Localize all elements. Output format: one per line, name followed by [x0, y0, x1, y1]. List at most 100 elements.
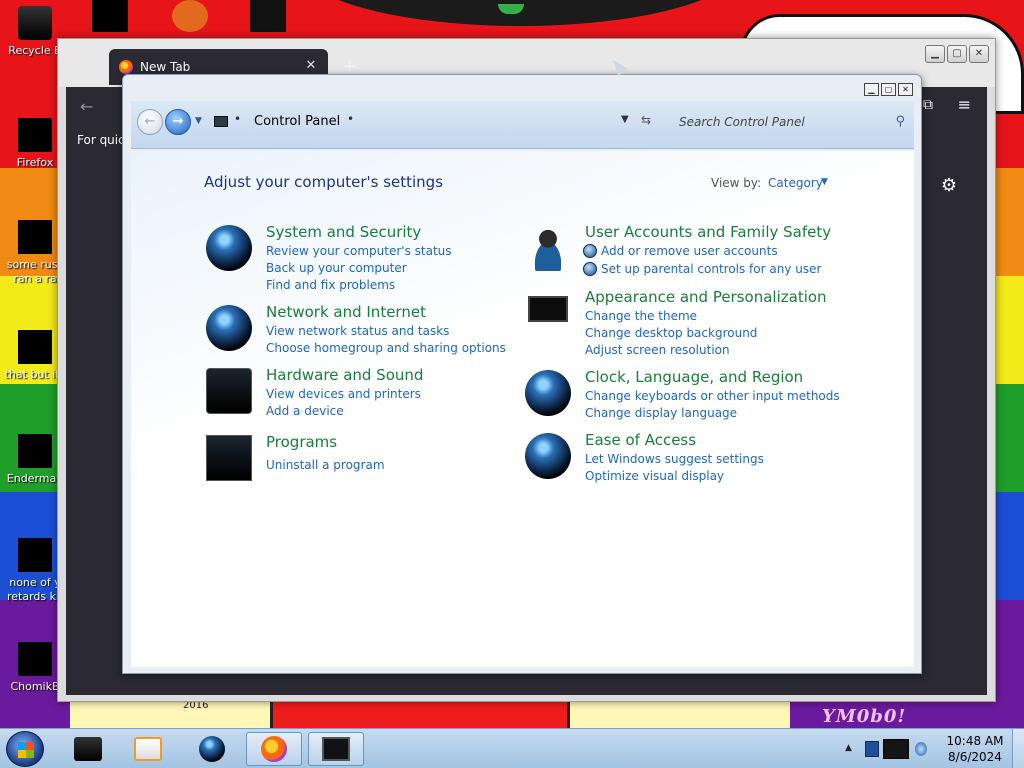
control-panel-window: ▁ ▢ ✕ ← → ▼ • Control Panel • ▼ ⇆ ⚲ Adju…: [122, 74, 922, 674]
category-link[interactable]: Change keyboards or other input methods: [585, 389, 840, 403]
back-arrow-icon[interactable]: ←: [80, 97, 93, 116]
category-title[interactable]: User Accounts and Family Safety: [585, 223, 831, 241]
network-globe-icon[interactable]: [206, 305, 252, 351]
ease-of-access-icon[interactable]: [525, 433, 571, 479]
window-controls: ▁ ▢ ✕: [864, 83, 913, 96]
view-by-label: View by:: [711, 176, 762, 190]
taskbar: ▲ 10:48 AM 8/6/2024: [0, 728, 1024, 768]
breadcrumb-separator[interactable]: •: [347, 112, 354, 126]
minimize-button[interactable]: ▁: [864, 83, 879, 96]
media-player-icon: [134, 737, 162, 761]
search-box: ⚲: [671, 109, 909, 135]
network-icon[interactable]: [883, 739, 909, 759]
category-link[interactable]: Optimize visual display: [585, 469, 724, 483]
app-icon: [18, 434, 52, 468]
recent-pages-icon[interactable]: ▼: [195, 116, 202, 126]
category-link[interactable]: Find and fix problems: [266, 278, 395, 292]
category-title[interactable]: Appearance and Personalization: [585, 288, 827, 306]
monitor-screen: [528, 296, 568, 322]
control-panel-icon: [214, 116, 228, 127]
category-title[interactable]: Hardware and Sound: [266, 366, 423, 384]
category-link[interactable]: Add or remove user accounts: [601, 244, 778, 258]
category-link[interactable]: Adjust screen resolution: [585, 343, 730, 357]
menu-icon[interactable]: ≡: [958, 95, 971, 114]
start-button[interactable]: [6, 731, 44, 767]
taskbar-firefox[interactable]: [246, 732, 302, 766]
system-security-icon[interactable]: [206, 225, 252, 271]
window-controls: ▁ ▢ ✕: [925, 45, 989, 63]
clock-date: 8/6/2024: [948, 750, 1002, 764]
computer-icon: [74, 737, 102, 761]
search-input[interactable]: [671, 109, 909, 135]
volume-icon[interactable]: [915, 742, 927, 756]
monitor-icon[interactable]: [525, 290, 571, 336]
category-link[interactable]: Change desktop background: [585, 326, 757, 340]
show-hidden-icons[interactable]: ▲: [845, 743, 852, 753]
shield-icon: [583, 244, 597, 258]
file-icon: [18, 220, 52, 254]
close-button[interactable]: ✕: [898, 83, 913, 96]
close-tab-icon[interactable]: ✕: [304, 59, 318, 73]
close-button[interactable]: ✕: [969, 45, 989, 63]
category-link[interactable]: View network status and tasks: [266, 324, 449, 338]
taskbar-computer[interactable]: [60, 732, 116, 766]
shortcut-icon[interactable]: [92, 0, 128, 32]
refresh-icon[interactable]: ⇆: [641, 113, 651, 127]
extensions-icon[interactable]: ⧉: [923, 97, 933, 113]
category-link[interactable]: Add a device: [266, 404, 344, 418]
firefox-icon: [261, 736, 287, 762]
tray-icons: [865, 737, 929, 761]
category-link[interactable]: Change the theme: [585, 309, 697, 323]
maximize-button[interactable]: ▢: [881, 83, 896, 96]
globe-icon: [199, 736, 225, 762]
gear-icon[interactable]: ⚙: [941, 175, 957, 196]
users-icon[interactable]: [525, 225, 571, 271]
programs-icon[interactable]: [206, 435, 252, 481]
taskbar-globe[interactable]: [184, 732, 240, 766]
address-toolbar: ← → ▼ • Control Panel • ▼ ⇆ ⚲: [131, 101, 914, 149]
shortcut-icon[interactable]: [250, 0, 286, 32]
back-button[interactable]: ←: [137, 109, 163, 135]
page-title: Adjust your computer's settings: [204, 173, 444, 191]
maximize-button[interactable]: ▢: [947, 45, 967, 63]
address-dropdown-icon[interactable]: ▼: [621, 114, 629, 125]
control-panel-content: Adjust your computer's settings View by:…: [131, 151, 914, 667]
wallpaper-face: [300, 0, 740, 26]
chevron-down-icon[interactable]: ▼: [821, 177, 828, 187]
breadcrumb-separator[interactable]: •: [234, 112, 241, 126]
category-link[interactable]: Set up parental controls for any user: [601, 262, 821, 276]
category-link[interactable]: Change display language: [585, 406, 737, 420]
category-link[interactable]: View devices and printers: [266, 387, 421, 401]
clock-globe-icon[interactable]: [525, 370, 571, 416]
app-icon: [18, 642, 52, 676]
category-link[interactable]: Choose homegroup and sharing options: [266, 341, 506, 355]
category-title[interactable]: Clock, Language, and Region: [585, 368, 803, 386]
search-icon[interactable]: ⚲: [895, 114, 905, 129]
tab-title: New Tab: [140, 60, 191, 74]
category-link[interactable]: Review your computer's status: [266, 244, 452, 258]
wallpaper-mark: YM0b0!: [822, 706, 907, 727]
firefox-icon: [119, 60, 133, 74]
taskbar-control-panel[interactable]: [308, 732, 364, 766]
category-link[interactable]: Back up your computer: [266, 261, 407, 275]
forward-button[interactable]: →: [165, 109, 191, 135]
printer-icon[interactable]: [206, 368, 252, 414]
category-title[interactable]: Programs: [266, 433, 337, 451]
category-title[interactable]: Ease of Access: [585, 431, 696, 449]
recycle-bin-icon: [18, 6, 52, 40]
shortcut-icon[interactable]: [172, 0, 208, 32]
category-link[interactable]: Uninstall a program: [266, 458, 385, 472]
show-desktop-button[interactable]: [1012, 729, 1024, 768]
tray-app-icon[interactable]: [865, 741, 879, 757]
clock-time: 10:48 AM: [946, 734, 1004, 748]
taskbar-clock[interactable]: 10:48 AM 8/6/2024: [940, 733, 1010, 765]
minimize-button[interactable]: ▁: [925, 45, 945, 63]
category-title[interactable]: System and Security: [266, 223, 421, 241]
view-by-dropdown[interactable]: Category: [768, 176, 823, 190]
windows-logo-icon: [18, 742, 34, 758]
taskbar-media-player[interactable]: [120, 732, 176, 766]
wallpaper-red-shape: [270, 700, 570, 728]
category-title[interactable]: Network and Internet: [266, 303, 426, 321]
category-link[interactable]: Let Windows suggest settings: [585, 452, 764, 466]
breadcrumb-control-panel[interactable]: Control Panel: [254, 114, 340, 129]
